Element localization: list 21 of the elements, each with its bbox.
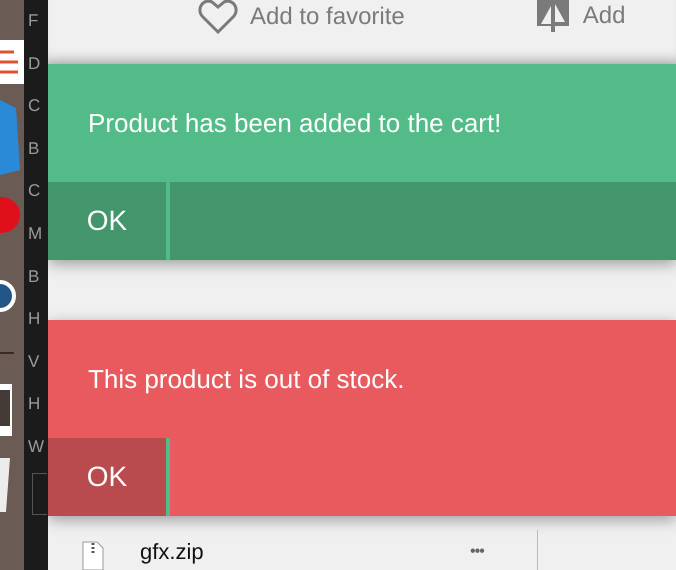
- sidebar-letter: F: [28, 10, 38, 32]
- action-link[interactable]: Add: [582, 2, 626, 30]
- action-link[interactable]: Add to favorite: [250, 3, 405, 31]
- sidebar-letter: B: [28, 138, 40, 160]
- ok-button[interactable]: OK: [48, 438, 170, 516]
- sidebar-letter: C: [28, 95, 40, 118]
- sidebar-letter: H: [28, 308, 40, 330]
- sidebar-letter: B: [28, 266, 40, 288]
- sidebar-letter: D: [28, 52, 40, 75]
- zip-file-icon: [82, 541, 104, 570]
- heart-icon: [198, 0, 238, 34]
- sidebar-letter: M: [28, 222, 42, 245]
- more-menu[interactable]: •••: [470, 543, 484, 561]
- file-name: gfx.zip: [140, 539, 205, 565]
- sidebar-letter: H: [28, 393, 40, 416]
- sidebar-letter: C: [28, 180, 40, 202]
- toast-message: Product has been added to the cart!: [48, 64, 676, 182]
- sidebar-letter: V: [28, 350, 40, 373]
- input-field[interactable]: [32, 472, 47, 515]
- toast-message: This product is out of stock.: [48, 320, 676, 438]
- sidebar-letter: W: [28, 436, 44, 458]
